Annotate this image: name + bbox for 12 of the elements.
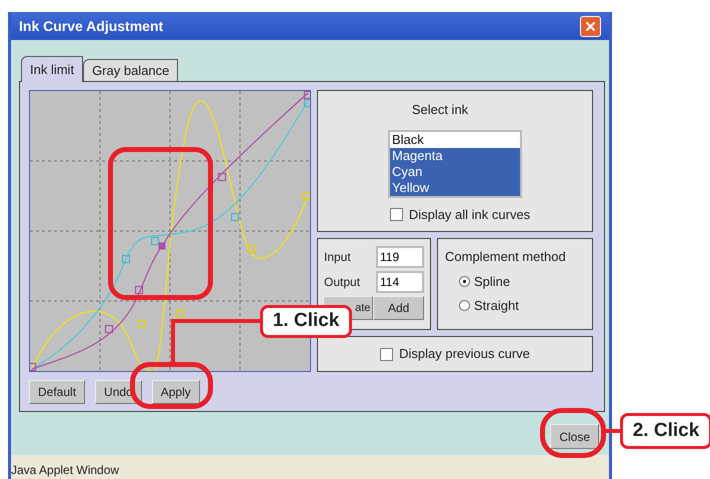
checkbox-label: Display all ink curves — [408, 206, 530, 224]
radio-label: Straight — [474, 297, 519, 315]
status-text: Java Applet Window — [11, 462, 120, 479]
callout-tooltip: 1. Click — [260, 305, 352, 338]
field-label: Output — [324, 274, 360, 291]
checkbox-label: Display previous curve — [399, 345, 530, 364]
radio-label: Spline — [474, 272, 510, 291]
window-title: Ink Curve Adjustment — [19, 16, 164, 36]
panel-label: Select ink — [412, 101, 468, 119]
callout-tooltip: 2. Click — [620, 413, 710, 449]
panel-label: Complement method — [445, 248, 567, 266]
field-label: Input — [324, 249, 351, 266]
